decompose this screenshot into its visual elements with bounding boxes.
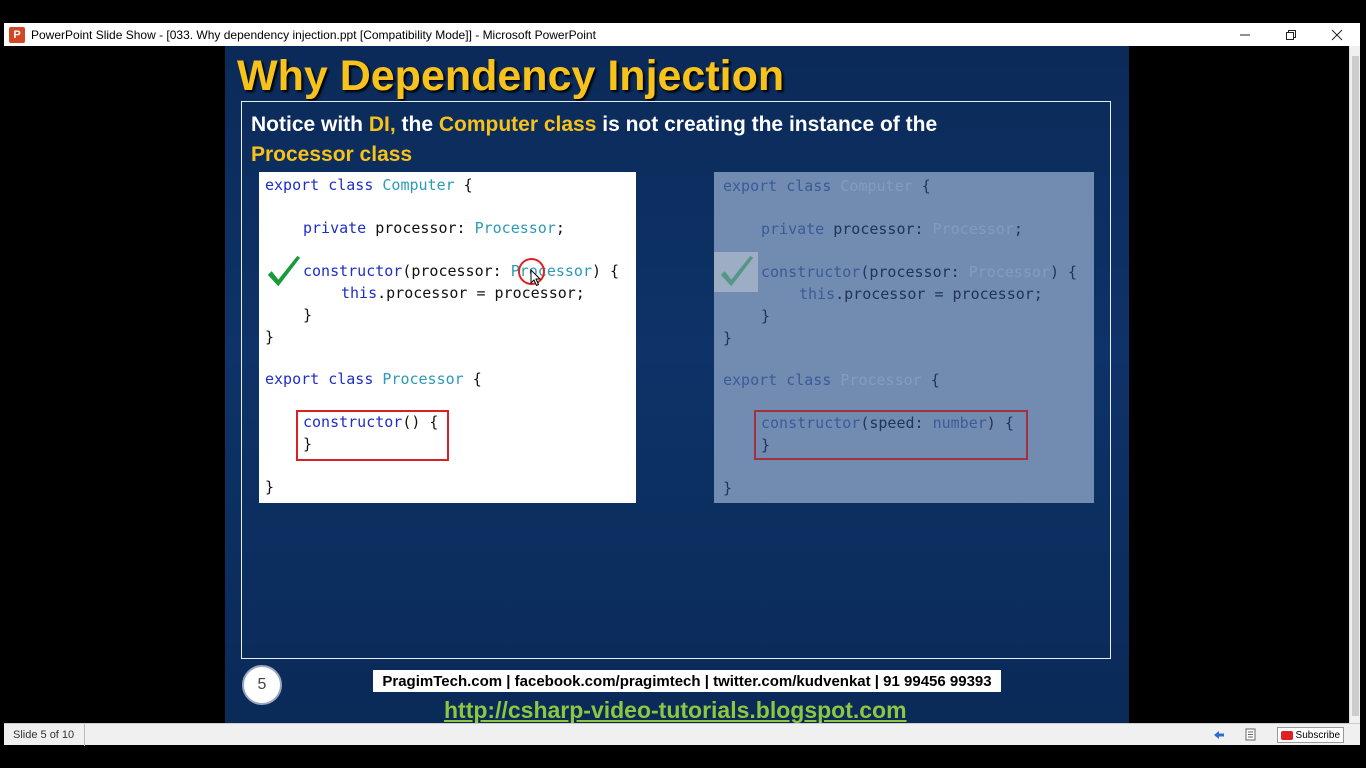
slide[interactable]: Why Dependency Injection Notice with DI,… [225,46,1129,723]
code-panel-right: export class Computer { private processo… [714,172,1094,503]
close-icon [1331,29,1343,40]
notice-part-5: is not creating the instance of the [596,113,938,136]
slide-menu-icon [1245,728,1255,741]
code-line: } [265,328,275,346]
window-controls [1222,23,1360,46]
slide-menu-button[interactable] [1244,728,1258,742]
youtube-icon [1280,730,1293,740]
subscribe-button[interactable]: Subscribe [1276,727,1344,743]
code-line: private processor: Processor; [303,219,565,237]
restore-button[interactable] [1268,23,1314,46]
code-line: } [723,329,733,347]
code-line: this.processor = processor; [341,284,585,302]
notice-highlight-di: DI, [368,113,396,136]
code-line: } [303,306,313,324]
minimize-button[interactable] [1222,23,1268,46]
code-line: export class Processor { [723,371,940,389]
code-line: export class Computer { [723,177,931,195]
code-line: } [723,479,733,497]
window-titlebar: P PowerPoint Slide Show - [033. Why depe… [4,23,1360,46]
minimize-icon [1240,34,1250,35]
code-line: } [761,307,771,325]
slide-number-badge: 5 [242,665,282,705]
slide-indicator: Slide 5 of 10 [4,723,86,746]
powerpoint-app-icon: P [9,26,25,43]
vertical-scrollbar[interactable] [1349,46,1360,723]
code-line: constructor(processor: Processor) { [303,262,620,280]
checkmark-icon [720,255,754,287]
code-panel-left: export class Computer { private processo… [259,172,636,503]
close-button[interactable] [1314,23,1360,46]
notice-highlight-processor: Processor class [251,143,413,166]
content-box: Notice with DI, the Computer class is no… [241,101,1111,659]
subscribe-label: Subscribe [1295,729,1340,741]
highlight-box [754,410,1028,460]
status-bar: Slide 5 of 10 Subscribe [4,723,1360,746]
notice-highlight-computer: Computer class [438,113,597,136]
code-line: private processor: Processor; [761,220,1023,238]
code-line: this.processor = processor; [799,285,1043,303]
restore-icon [1286,29,1296,40]
blog-link[interactable]: http://csharp-video-tutorials.blogspot.c… [444,697,907,723]
notice-part-3: the [395,113,439,136]
previous-slide-button[interactable] [1212,728,1226,742]
checkmark-icon [267,255,301,287]
arrow-left-icon [1214,731,1224,739]
mouse-cursor-icon [530,269,542,287]
code-line: constructor(processor: Processor) { [761,263,1078,281]
notice-part-1: Notice with [251,113,369,136]
code-line: export class Computer { [265,176,473,194]
window-title: PowerPoint Slide Show - [033. Why depend… [31,27,596,42]
contact-info: PragimTech.com | facebook.com/pragimtech… [373,670,1001,692]
code-line: export class Processor { [265,370,482,388]
scrollbar-thumb[interactable] [1352,56,1359,716]
slide-title: Why Dependency Injection [237,52,785,100]
notice-text: Notice with DI, the Computer class is no… [251,110,1051,170]
highlight-box [296,410,449,461]
code-line: } [265,478,275,496]
